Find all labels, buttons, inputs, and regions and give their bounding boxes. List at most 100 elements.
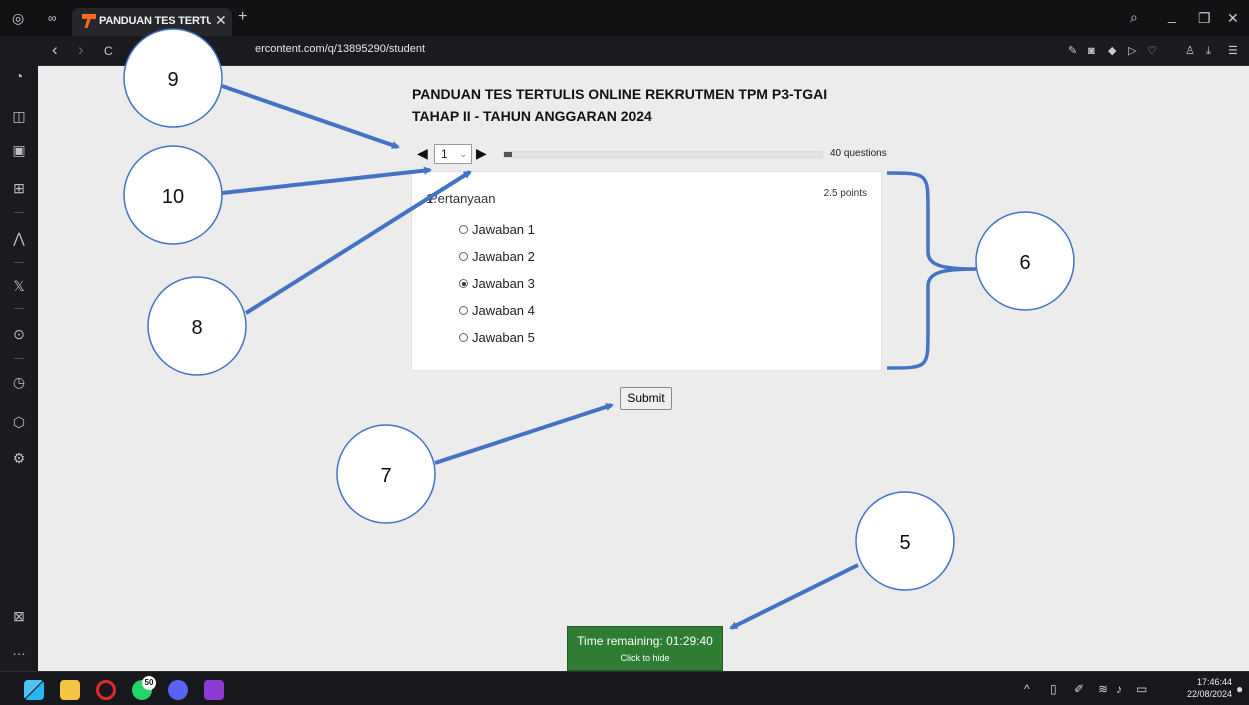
x-twitter-icon[interactable]: 𝕏 xyxy=(9,276,29,296)
page-title: PANDUAN TES TERTULIS ONLINE REKRUTMEN TP… xyxy=(412,83,882,127)
radio-button[interactable] xyxy=(459,279,468,289)
chevron-down-icon: ⌄ xyxy=(459,149,467,159)
wifi-icon[interactable]: ≋ xyxy=(1098,682,1108,696)
speed-dial-icon[interactable]: ◔ xyxy=(9,66,29,86)
reload-button[interactable]: C xyxy=(104,43,113,59)
radio-button[interactable] xyxy=(459,306,468,316)
callout-circle-7 xyxy=(336,424,436,524)
discord-icon[interactable] xyxy=(168,680,188,700)
send-icon[interactable]: ▷ xyxy=(1128,43,1136,59)
progress-fill xyxy=(504,152,512,157)
file-explorer-icon[interactable] xyxy=(60,680,80,700)
edit-icon[interactable]: ✎ xyxy=(1068,43,1077,59)
callout-label-9: 9 xyxy=(167,69,178,91)
sidebar-divider xyxy=(14,308,24,309)
callout-circle-8 xyxy=(147,276,247,376)
answer-label: Jawaban 1 xyxy=(472,222,535,237)
customize-sidebar-icon[interactable]: ⊠ xyxy=(9,606,29,626)
close-window-button[interactable]: ✕ xyxy=(1227,10,1239,26)
usb-icon[interactable]: ▯ xyxy=(1050,682,1057,696)
callout-circle-10 xyxy=(123,145,223,245)
aria-icon[interactable]: ⋀ xyxy=(9,228,29,248)
radio-button[interactable] xyxy=(459,252,468,262)
more-options-icon[interactable]: … xyxy=(9,640,29,660)
new-tab-button[interactable]: + xyxy=(238,9,247,25)
pen-icon[interactable]: ✐ xyxy=(1074,682,1084,696)
answer-option[interactable]: Jawaban 2 xyxy=(459,248,535,266)
profile-icon[interactable]: ♙ xyxy=(1185,43,1195,59)
pdf-app-icon[interactable] xyxy=(204,680,224,700)
back-button[interactable]: ‹ xyxy=(52,41,58,58)
arrow-9 xyxy=(221,84,400,149)
time-remaining-text: Time remaining: 01:29:40 xyxy=(577,634,713,648)
ai-chip-icon[interactable]: ⊞ xyxy=(9,178,29,198)
progress-bar xyxy=(503,151,823,158)
workspaces-icon[interactable]: ∞ xyxy=(48,10,57,26)
player-icon[interactable]: ⊙ xyxy=(9,324,29,344)
arrow-7 xyxy=(434,403,614,465)
arrow-5 xyxy=(729,563,859,630)
windows-start-icon[interactable] xyxy=(24,680,44,700)
clock-date[interactable]: 22/08/2024 xyxy=(1178,689,1232,699)
download-icon[interactable]: ⤓ xyxy=(1206,43,1211,59)
click-to-hide-label: Click to hide xyxy=(620,653,670,663)
tab-search-icon[interactable]: ⌕ xyxy=(1130,9,1138,25)
volume-icon[interactable]: ♪ xyxy=(1116,682,1122,696)
submit-button[interactable]: Submit xyxy=(620,387,672,410)
settings-gear-icon[interactable]: ⚙ xyxy=(9,448,29,468)
shopping-bag-icon[interactable]: ◫ xyxy=(9,106,29,126)
callout-6: 6 xyxy=(886,171,1075,370)
answer-label: Jawaban 2 xyxy=(472,249,535,264)
time-remaining-banner[interactable]: Time remaining: 01:29:40 Click to hide xyxy=(567,626,723,671)
browser-sidebar: ◔ ◫ ▣ ⊞ ⋀ 𝕏 ⊙ ◷ ⬡ ⚙ ⊠ … xyxy=(0,36,38,671)
battery-icon[interactable]: ▭ xyxy=(1136,682,1147,696)
answer-option[interactable]: Jawaban 4 xyxy=(459,302,535,320)
callout-5: 5 xyxy=(729,491,955,630)
next-question-button[interactable]: ▶ xyxy=(476,145,487,162)
browser-tab-active[interactable]: PANDUAN TES TERTULIS O ✕ xyxy=(72,8,232,36)
quiz-favicon-icon xyxy=(82,14,96,28)
snapshot-icon[interactable]: ◙ xyxy=(1088,43,1095,59)
notification-bell-icon[interactable]: ● xyxy=(1236,682,1243,696)
heart-icon[interactable]: ♡ xyxy=(1147,43,1157,59)
bracket-6 xyxy=(886,171,977,370)
answer-option[interactable]: Jawaban 1 xyxy=(459,221,535,239)
callout-circle-5 xyxy=(855,491,955,591)
callout-label-10: 10 xyxy=(162,186,184,208)
browser-titlebar: ◎ ∞ PANDUAN TES TERTULIS O ✕ + ⌕ _ ❐ ✕ xyxy=(0,0,1249,36)
callout-label-7: 7 xyxy=(380,465,391,487)
tray-overflow-icon[interactable]: ^ xyxy=(1024,682,1030,696)
previous-question-button[interactable]: ◀ xyxy=(417,145,428,162)
opera-logo-icon[interactable]: ◎ xyxy=(12,10,24,26)
question-select-value: 1 xyxy=(441,147,448,161)
sidebar-divider xyxy=(14,358,24,359)
answer-option[interactable]: Jawaban 5 xyxy=(459,329,535,347)
answer-option[interactable]: Jawaban 3 xyxy=(459,275,535,293)
sidebar-divider xyxy=(14,262,24,263)
answer-label: Jawaban 4 xyxy=(472,303,535,318)
arrow-10 xyxy=(221,166,432,195)
answer-label: Jawaban 3 xyxy=(472,276,535,291)
easy-setup-icon[interactable]: ☰ xyxy=(1228,43,1238,59)
question-number-select[interactable]: 1 ⌄ xyxy=(434,144,472,164)
extensions-cube-icon[interactable]: ⬡ xyxy=(9,412,29,432)
radio-button[interactable] xyxy=(459,225,468,235)
adblock-shield-icon[interactable]: ◆ xyxy=(1108,43,1116,59)
clock-time[interactable]: 17:46:44 xyxy=(1186,677,1232,687)
url-field[interactable]: ercontent.com/q/13895290/student xyxy=(255,43,425,55)
minimize-button[interactable]: _ xyxy=(1168,7,1176,23)
callout-10: 10 xyxy=(123,145,432,245)
tab-title: PANDUAN TES TERTULIS O xyxy=(99,15,211,27)
callout-7: 7 xyxy=(336,403,614,524)
callout-label-6: 6 xyxy=(1019,252,1030,274)
forward-button[interactable]: › xyxy=(78,41,84,58)
question-points: 2.5 points xyxy=(823,188,867,199)
opera-taskbar-icon[interactable] xyxy=(96,680,116,700)
whatsapp-unread-badge: 50 xyxy=(142,676,156,690)
history-icon[interactable]: ◷ xyxy=(9,372,29,392)
restore-button[interactable]: ❐ xyxy=(1198,10,1211,26)
callout-label-8: 8 xyxy=(191,317,202,339)
tab-close-icon[interactable]: ✕ xyxy=(215,12,227,29)
radio-button[interactable] xyxy=(459,333,468,343)
twitch-icon[interactable]: ▣ xyxy=(9,140,29,160)
